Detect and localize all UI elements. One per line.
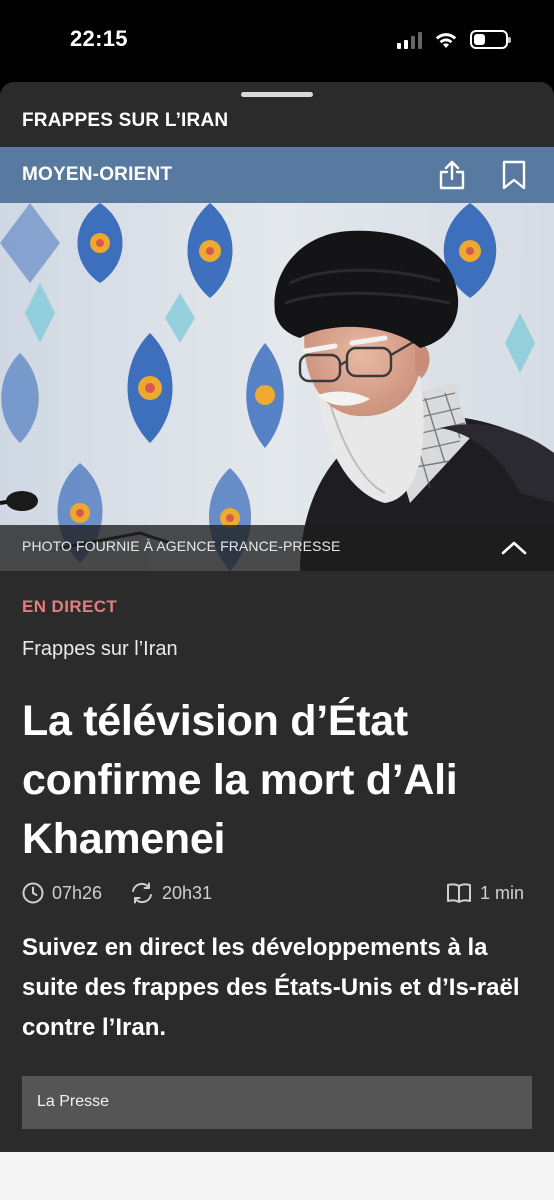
sheet-grabber-handle[interactable] bbox=[241, 92, 313, 97]
battery-level bbox=[474, 34, 485, 45]
caption-collapse-button[interactable] bbox=[500, 535, 528, 561]
photo-caption-bar: PHOTO FOURNIE À AGENCE FRANCE-PRESSE bbox=[0, 525, 554, 571]
bookmark-button[interactable] bbox=[498, 159, 530, 191]
wifi-icon bbox=[435, 32, 457, 48]
article-headline: La télévision d’État confirme la mort d’… bbox=[22, 697, 458, 863]
chevron-up-icon bbox=[501, 541, 527, 555]
article-sheet: FRAPPES SUR L’IRAN MOYEN-ORIENT PHOTO FO… bbox=[0, 82, 554, 1200]
share-button[interactable] bbox=[436, 159, 468, 191]
published-time-value: 07h26 bbox=[52, 882, 103, 903]
status-icons bbox=[397, 30, 511, 49]
article-meta: 07h26 20h31 1 min bbox=[22, 882, 532, 908]
refresh-icon bbox=[132, 882, 152, 904]
source-box[interactable]: La Presse bbox=[22, 1076, 532, 1129]
section-bar: MOYEN-ORIENT bbox=[0, 147, 554, 203]
sheet-header-title: FRAPPES SUR L’IRAN bbox=[22, 110, 229, 131]
open-book-icon bbox=[447, 883, 471, 903]
article-photo: PHOTO FOURNIE À AGENCE FRANCE-PRESSE bbox=[0, 203, 554, 571]
topic-link[interactable]: Frappes sur l’Iran bbox=[22, 638, 178, 661]
live-label: EN DIRECT bbox=[22, 597, 118, 616]
bottom-area bbox=[0, 1152, 554, 1200]
section-label[interactable]: MOYEN-ORIENT bbox=[22, 164, 172, 186]
bookmark-icon bbox=[502, 160, 526, 190]
source-name: La Presse bbox=[37, 1093, 110, 1110]
cellular-signal-icon bbox=[397, 31, 422, 49]
read-time-value: 1 min bbox=[480, 882, 525, 903]
photo-illustration bbox=[0, 203, 554, 571]
battery-icon bbox=[470, 30, 511, 49]
share-icon bbox=[439, 160, 465, 190]
article-lead: Suivez en direct les développements à la… bbox=[22, 934, 520, 1041]
published-time: 07h26 bbox=[22, 882, 102, 904]
updated-time-value: 20h31 bbox=[162, 882, 213, 903]
status-bar: 22:15 bbox=[0, 0, 554, 82]
status-time: 22:15 bbox=[70, 26, 128, 51]
photo-caption: PHOTO FOURNIE À AGENCE FRANCE-PRESSE bbox=[22, 538, 341, 554]
clock-icon bbox=[22, 882, 44, 904]
read-time: 1 min bbox=[446, 882, 524, 904]
updated-time: 20h31 bbox=[130, 882, 212, 904]
